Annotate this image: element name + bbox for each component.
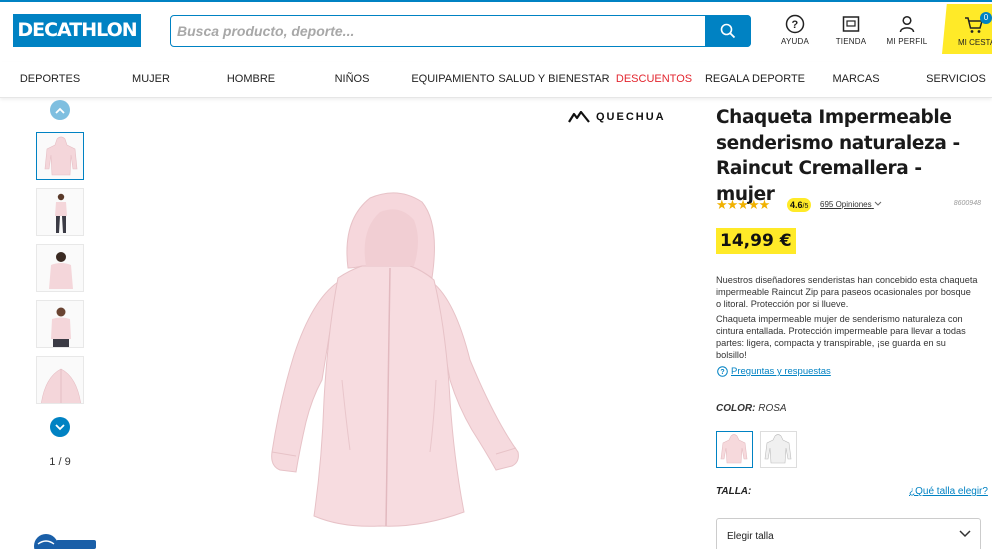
qa-link-label: Preguntas y respuestas (731, 366, 831, 377)
top-header: DECATHLON ? AYUDA TIENDA MI PERFIL 0 MI … (0, 0, 992, 62)
rating-value: 4.6 (790, 200, 803, 210)
globe-badge-icon (34, 534, 96, 549)
nav-item-mujer[interactable]: MUJER (132, 73, 170, 85)
color-swatch-white[interactable] (760, 431, 797, 468)
gallery-thumbnail-2[interactable] (36, 188, 84, 236)
svg-text:?: ? (720, 369, 724, 376)
nav-item-deportes[interactable]: DEPORTES (20, 73, 80, 85)
pink-jacket-swatch-image (720, 434, 748, 464)
gallery-thumbnail-5[interactable] (36, 356, 84, 404)
rating-stars-icon: ★★★★★ (716, 197, 770, 212)
cart-label: MI CESTA (958, 38, 992, 47)
search-bar (170, 14, 751, 47)
color-swatch-rosa[interactable] (716, 431, 753, 468)
brand-name: QUECHUA (596, 111, 666, 123)
gallery-up-button[interactable] (50, 100, 70, 120)
product-info: Chaqueta Impermeable senderismo naturale… (716, 105, 986, 207)
product-price: 14,99 € (716, 228, 796, 254)
eco-design-badge (34, 532, 96, 549)
nav-item-equipamiento[interactable]: EQUIPAMIENTO (411, 73, 494, 85)
gallery-pager: 1 / 9 (49, 456, 71, 468)
profile-label: MI PERFIL (886, 37, 928, 46)
jacket-image (271, 192, 519, 527)
product-sku: 8600948 (953, 200, 981, 207)
search-button[interactable] (705, 14, 751, 47)
model-thumbnail-image (55, 193, 67, 233)
cart-button[interactable]: 0 MI CESTA (942, 4, 992, 54)
color-value: ROSA (758, 403, 787, 414)
help-button[interactable]: ? AYUDA (767, 14, 823, 46)
gallery-down-button[interactable] (50, 417, 70, 437)
size-select-value: Elegir talla (727, 531, 774, 542)
product-main-image[interactable] (250, 190, 520, 540)
rating-row: ★★★★★ 4.6/5 695 Opiniones 8600948 (716, 197, 986, 213)
model-thumbnail-image (49, 252, 73, 289)
product-title: Chaqueta Impermeable senderismo naturale… (716, 107, 960, 205)
help-icon: ? (785, 14, 805, 34)
color-label-key: COLOR: (716, 403, 756, 414)
size-label: TALLA: (716, 486, 752, 497)
size-guide-link[interactable]: ¿Qué talla elegir? (909, 486, 988, 497)
size-select[interactable]: Elegir talla (716, 518, 981, 549)
reviews-count: 695 Opiniones (820, 200, 872, 209)
store-label: TIENDA (835, 37, 867, 46)
cart-count-badge: 0 (980, 12, 992, 24)
detail-thumbnail-image (41, 368, 81, 403)
nav-item-marcas[interactable]: MARCAS (832, 73, 879, 85)
chevron-down-icon (55, 423, 65, 430)
profile-button[interactable]: MI PERFIL (879, 14, 935, 46)
nav-item-hombre[interactable]: HOMBRE (227, 73, 275, 85)
nav-item-descuentos[interactable]: DESCUENTOS (616, 73, 692, 85)
main-navigation: DEPORTES MUJER HOMBRE NIÑOS EQUIPAMIENTO… (0, 62, 992, 98)
gallery-thumbnail-4[interactable] (36, 300, 84, 348)
product-description-2: Chaqueta impermeable mujer de senderismo… (716, 314, 966, 360)
nav-item-ninos[interactable]: NIÑOS (335, 73, 370, 85)
reviews-link[interactable]: 695 Opiniones (820, 200, 882, 209)
nav-item-regala-deporte[interactable]: REGALA DEPORTE (705, 73, 805, 85)
decathlon-logo[interactable]: DECATHLON (13, 14, 141, 47)
gallery-thumbnail-3[interactable] (36, 244, 84, 292)
chevron-down-icon (874, 201, 882, 206)
user-icon (899, 15, 915, 33)
model-thumbnail-image (51, 307, 71, 347)
jacket-thumbnail-image (44, 136, 78, 176)
gallery-thumbnail-1[interactable] (36, 132, 84, 180)
chevron-up-icon (55, 107, 65, 114)
store-button[interactable]: TIENDA (823, 14, 879, 46)
svg-text:?: ? (792, 19, 799, 31)
search-icon (720, 23, 736, 38)
nav-item-salud[interactable]: SALUD Y BIENESTAR (498, 73, 609, 85)
store-icon (842, 16, 860, 32)
help-label: AYUDA (781, 37, 809, 46)
white-jacket-swatch-image (764, 434, 792, 464)
nav-item-servicios[interactable]: SERVICIOS (926, 73, 986, 85)
quechua-mountain-icon (568, 111, 590, 123)
search-input[interactable] (177, 19, 697, 43)
rating-score: 4.6/5 (787, 198, 812, 212)
question-circle-icon: ? (717, 366, 728, 377)
brand-logo[interactable]: QUECHUA (568, 111, 666, 123)
chevron-down-icon (959, 530, 971, 538)
product-description-1: Nuestros diseñadores senderistas han con… (716, 275, 978, 309)
color-label: COLOR: ROSA (716, 403, 787, 414)
rating-max: /5 (802, 203, 809, 210)
qa-link[interactable]: ? Preguntas y respuestas (717, 366, 831, 377)
